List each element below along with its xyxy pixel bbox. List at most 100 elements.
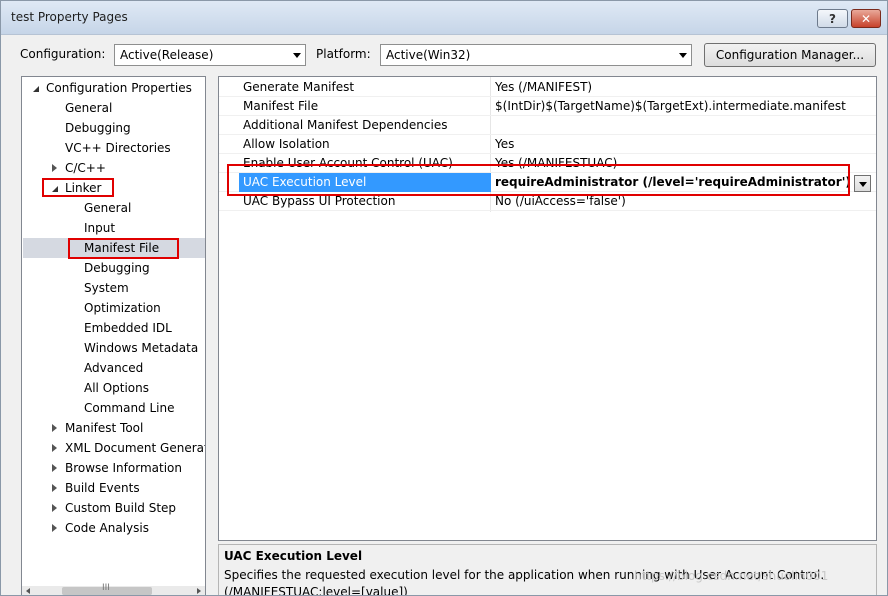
property-pages-window: test Property Pages ? ✕ Configuration: A… <box>0 0 888 596</box>
scroll-grip-icon: III <box>102 583 110 593</box>
prop-row-generate-manifest[interactable]: Generate Manifest Yes (/MANIFEST) <box>219 78 876 97</box>
property-name: Generate Manifest <box>243 80 355 94</box>
tree-item-label: Build Events <box>65 481 140 495</box>
tree-item-label: Manifest Tool <box>65 421 144 435</box>
expanded-arrow-icon[interactable] <box>52 186 58 192</box>
watermark: https://blog.csdn.net/shuolin001 <box>634 569 829 583</box>
tree-item-label: C/C++ <box>65 161 106 175</box>
tree-item-linker-optimization[interactable]: Optimization <box>22 298 205 318</box>
value-dropdown-button[interactable] <box>854 175 871 192</box>
tree-item-label: XML Document Generat <box>65 441 206 455</box>
collapsed-arrow-icon[interactable] <box>52 424 57 432</box>
configuration-value: Active(Release) <box>120 48 214 62</box>
tree-item-vc-directories[interactable]: VC++ Directories <box>22 138 205 158</box>
property-grid: Generate Manifest Yes (/MANIFEST) Manifest… <box>218 76 877 541</box>
platform-label: Platform: <box>316 47 371 61</box>
collapsed-arrow-icon[interactable] <box>52 504 57 512</box>
tree-item-linker-all-options[interactable]: All Options <box>22 378 205 398</box>
property-name: Additional Manifest Dependencies <box>243 118 448 132</box>
prop-row-enable-uac[interactable]: Enable User Account Control (UAC) Yes (/M… <box>219 154 876 173</box>
property-name: Allow Isolation <box>243 137 330 151</box>
property-name: UAC Execution Level <box>243 175 367 189</box>
tree-item-linker-debugging[interactable]: Debugging <box>22 258 205 278</box>
platform-value: Active(Win32) <box>386 48 471 62</box>
tree-item-linker-command-line[interactable]: Command Line <box>22 398 205 418</box>
tree-item-label: Manifest File <box>84 241 160 255</box>
help-button[interactable]: ? <box>817 9 848 28</box>
prop-row-uac-execution-level[interactable]: UAC Execution Level requireAdministrator … <box>219 173 876 192</box>
platform-dropdown[interactable]: Active(Win32) <box>380 44 692 66</box>
expanded-arrow-icon[interactable] <box>33 86 39 92</box>
prop-row-manifest-file[interactable]: Manifest File $(IntDir)$(TargetName)$(Tar… <box>219 97 876 116</box>
prop-row-uac-bypass-ui-protection[interactable]: UAC Bypass UI Protection No (/uiAccess='f… <box>219 192 876 211</box>
tree-item-label: Code Analysis <box>65 521 149 535</box>
tree-item-label: Embedded IDL <box>84 321 172 335</box>
property-name: Manifest File <box>243 99 319 113</box>
tree-item-label: System <box>84 281 129 295</box>
property-value[interactable]: No (/uiAccess='false') <box>495 194 626 208</box>
collapsed-arrow-icon[interactable] <box>52 164 57 172</box>
scroll-right-icon[interactable] <box>197 588 201 594</box>
configuration-label: Configuration: <box>20 47 106 61</box>
tree-item-configuration-properties[interactable]: Configuration Properties <box>22 78 205 98</box>
tree-item-label: Command Line <box>84 401 175 415</box>
close-icon: ✕ <box>860 11 872 26</box>
prop-row-additional-manifest-dependencies[interactable]: Additional Manifest Dependencies <box>219 116 876 135</box>
chevron-down-icon <box>293 53 301 58</box>
tree-item-linker-advanced[interactable]: Advanced <box>22 358 205 378</box>
tree-item-label: Optimization <box>84 301 161 315</box>
window-title: test Property Pages <box>11 10 128 24</box>
prop-row-allow-isolation[interactable]: Allow Isolation Yes <box>219 135 876 154</box>
tree-item-label: Windows Metadata <box>84 341 199 355</box>
tree-item-xml-document-generator[interactable]: XML Document Generat <box>22 438 205 458</box>
collapsed-arrow-icon[interactable] <box>52 524 57 532</box>
tree-item-c-cpp[interactable]: C/C++ <box>22 158 205 178</box>
tree-item-label: Advanced <box>84 361 144 375</box>
property-value[interactable]: Yes (/MANIFESTUAC) <box>495 156 617 170</box>
tree-item-browse-information[interactable]: Browse Information <box>22 458 205 478</box>
help-icon: ? <box>829 11 836 26</box>
tree-item-debugging[interactable]: Debugging <box>22 118 205 138</box>
tree-item-label: Configuration Properties <box>46 81 192 95</box>
collapsed-arrow-icon[interactable] <box>52 464 57 472</box>
chevron-down-icon <box>679 53 687 58</box>
configuration-dropdown[interactable]: Active(Release) <box>114 44 306 66</box>
tree-item-linker-general[interactable]: General <box>22 198 205 218</box>
tree-item-linker-embedded-idl[interactable]: Embedded IDL <box>22 318 205 338</box>
tree-item-code-analysis[interactable]: Code Analysis <box>22 518 205 538</box>
tree-item-label: General <box>84 201 132 215</box>
tree-item-linker-input[interactable]: Input <box>22 218 205 238</box>
tree-item-label: Debugging <box>65 121 131 135</box>
property-value[interactable]: Yes <box>495 137 514 151</box>
property-tree: Configuration Properties General Debugging… <box>21 76 206 595</box>
collapsed-arrow-icon[interactable] <box>52 484 57 492</box>
tree-item-linker-windows-metadata[interactable]: Windows Metadata <box>22 338 205 358</box>
scroll-left-icon[interactable] <box>26 588 30 594</box>
tree-item-build-events[interactable]: Build Events <box>22 478 205 498</box>
tree-item-custom-build-step[interactable]: Custom Build Step <box>22 498 205 518</box>
tree-item-label: VC++ Directories <box>65 141 171 155</box>
tree-item-label: Debugging <box>84 261 150 275</box>
property-name: Enable User Account Control (UAC) <box>243 156 453 170</box>
property-name: UAC Bypass UI Protection <box>243 194 396 208</box>
tree-item-label: Linker <box>65 181 102 195</box>
tree-item-linker-manifest-file[interactable]: Manifest File <box>22 238 205 258</box>
collapsed-arrow-icon[interactable] <box>52 444 57 452</box>
tree-item-label: Custom Build Step <box>65 501 177 515</box>
scroll-thumb[interactable]: III <box>62 583 152 595</box>
close-button[interactable]: ✕ <box>851 9 881 28</box>
tree-horizontal-scrollbar[interactable]: III <box>22 583 205 595</box>
tree-item-linker[interactable]: Linker <box>22 178 205 198</box>
title-bar: test Property Pages ? ✕ <box>1 1 887 35</box>
property-value[interactable]: $(IntDir)$(TargetName)$(TargetExt).inter… <box>495 99 846 113</box>
tree-item-linker-system[interactable]: System <box>22 278 205 298</box>
tree-item-label: All Options <box>84 381 149 395</box>
description-title: UAC Execution Level <box>224 549 363 563</box>
property-value[interactable]: Yes (/MANIFEST) <box>495 80 592 94</box>
tree-item-manifest-tool[interactable]: Manifest Tool <box>22 418 205 438</box>
property-value[interactable]: requireAdministrator (/level='requireAdm… <box>495 175 851 189</box>
description-syntax: (/MANIFESTUAC:level=[value]) <box>224 585 408 596</box>
tree-item-general[interactable]: General <box>22 98 205 118</box>
tree-item-label: Browse Information <box>65 461 182 475</box>
configuration-manager-button[interactable]: Configuration Manager... <box>704 43 876 67</box>
